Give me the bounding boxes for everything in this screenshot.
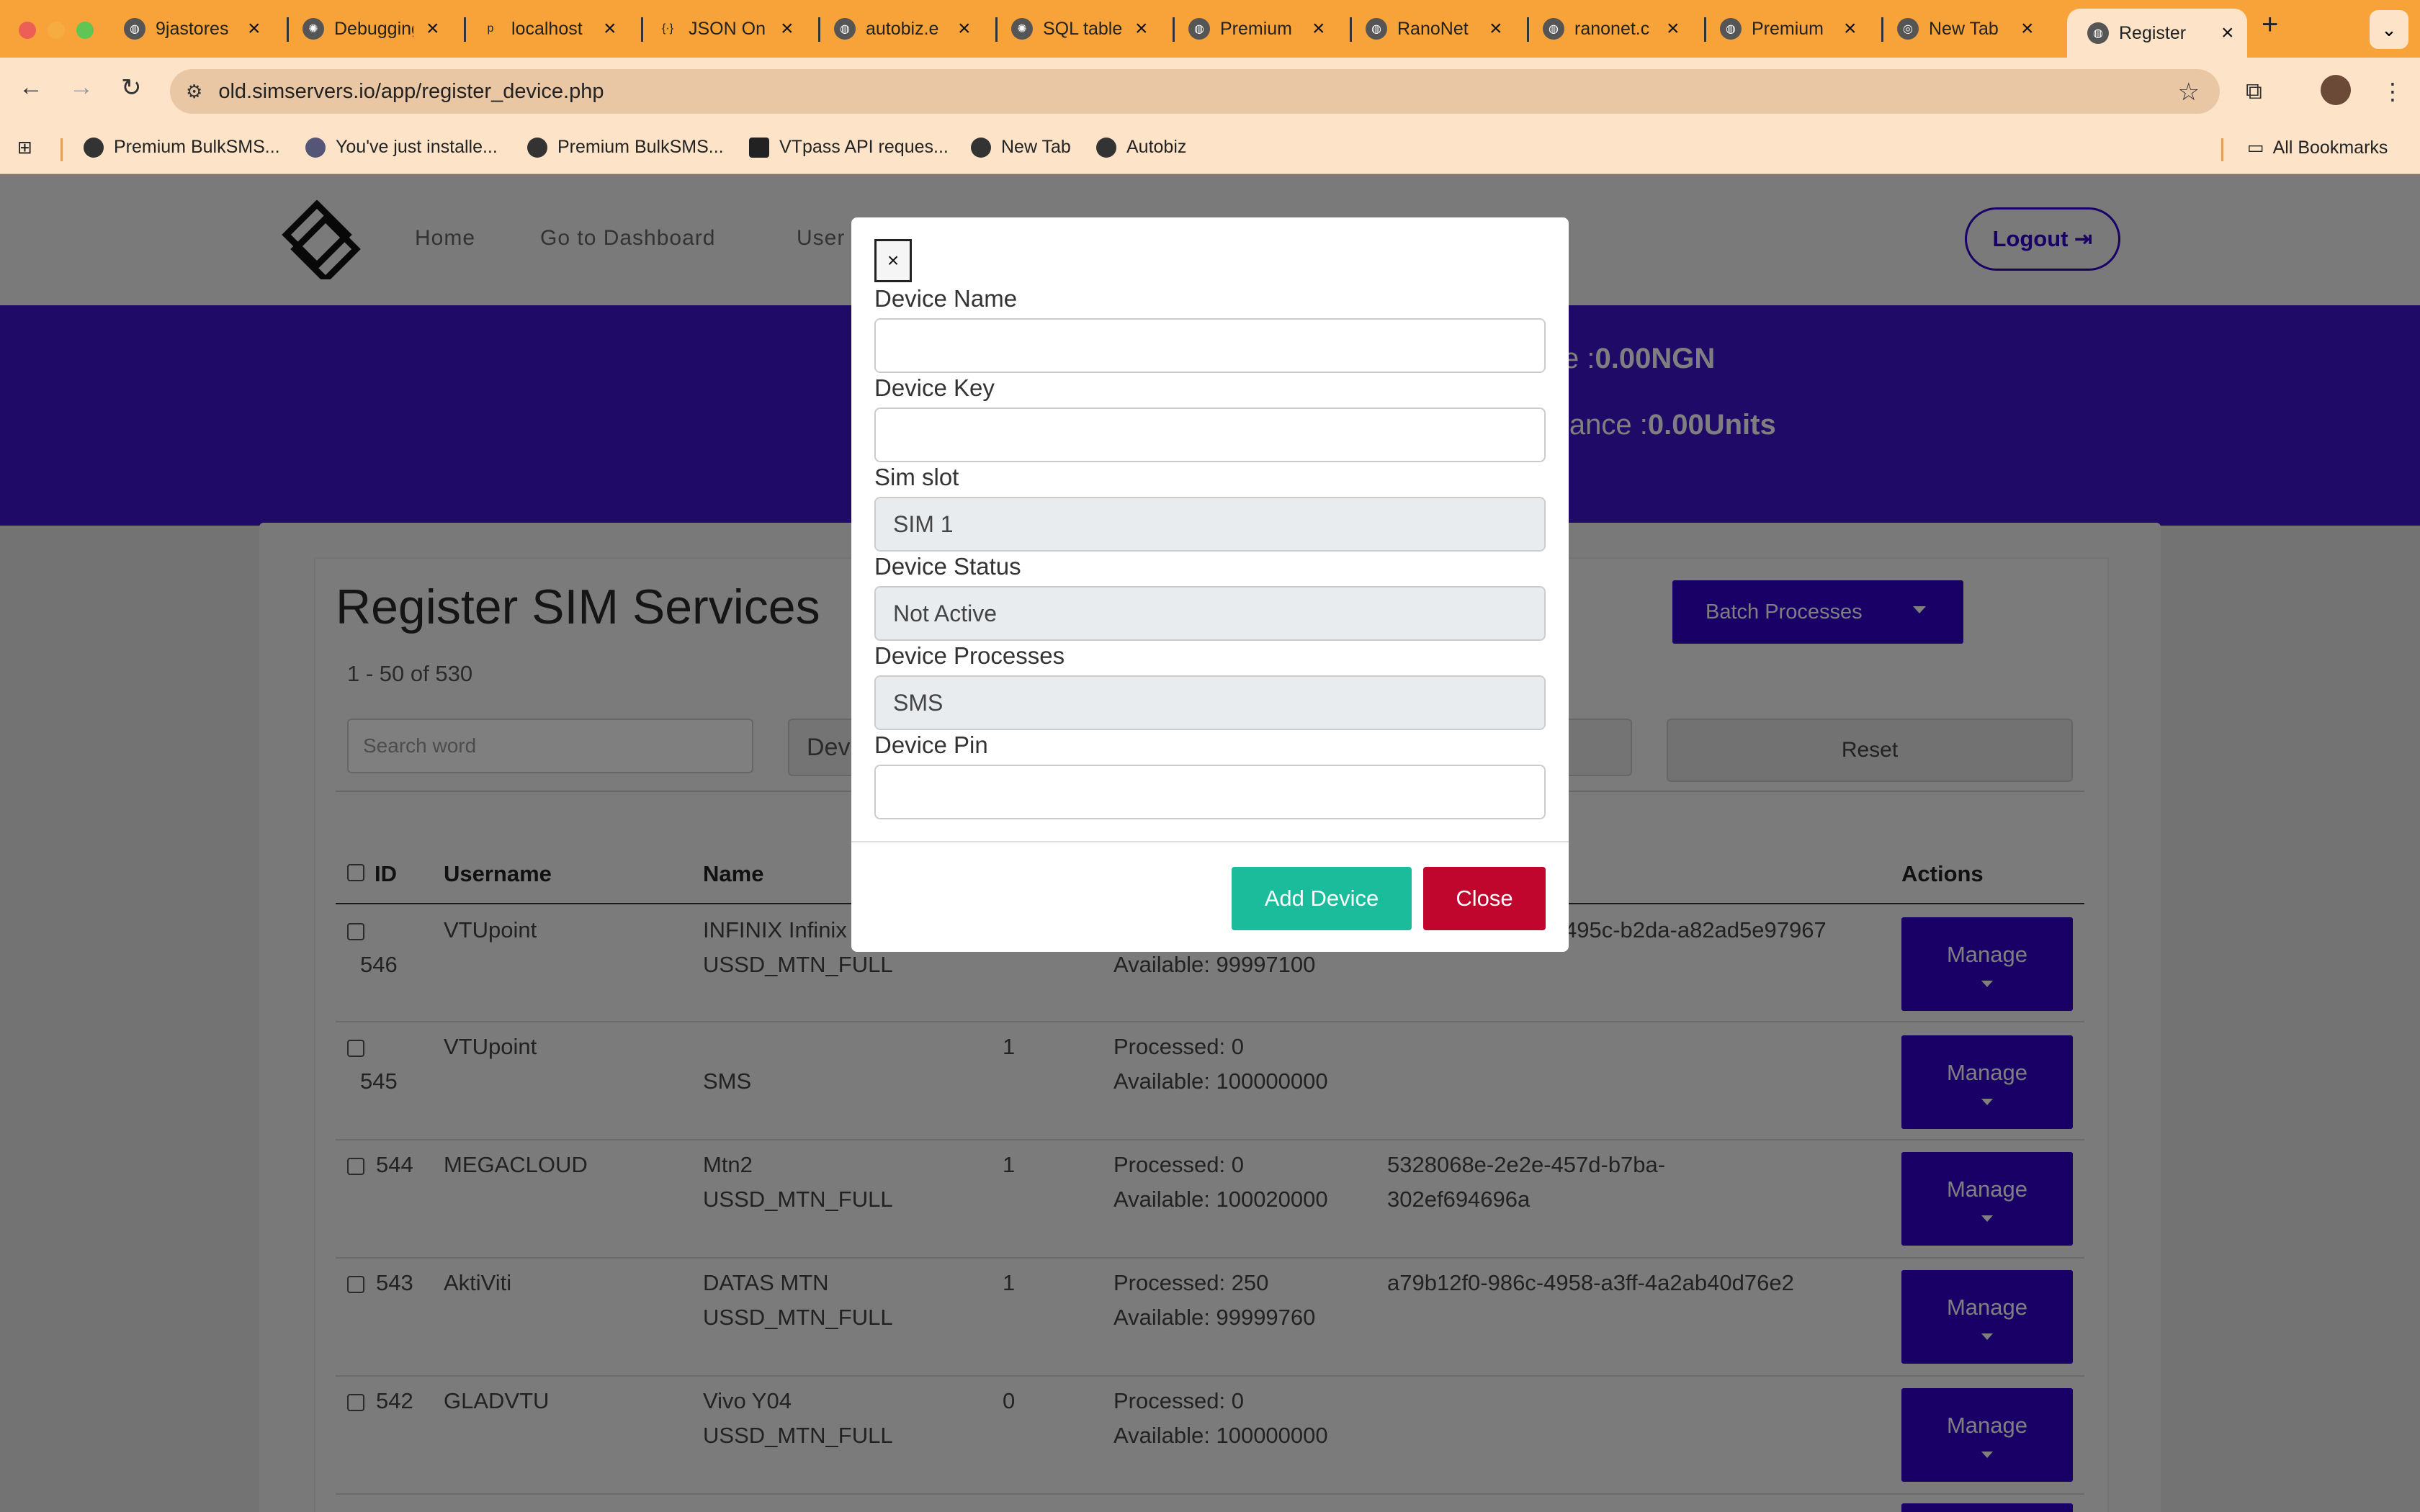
close-tab-icon[interactable]: × — [781, 17, 794, 41]
device-processes-select[interactable]: SMS — [874, 675, 1546, 730]
browser-tab[interactable]: ◍ ranonet.c × — [1543, 9, 1680, 49]
all-bookmarks-folder[interactable]: ▭ All Bookmarks — [2247, 137, 2388, 158]
window-close-button[interactable] — [19, 22, 36, 39]
profile-avatar[interactable] — [2321, 75, 2351, 105]
close-tab-icon[interactable]: × — [2221, 21, 2234, 45]
forward-arrow-icon[interactable]: → — [69, 73, 94, 102]
browser-tab[interactable]: ◍ 9jastores × — [124, 9, 261, 49]
bookmark-item[interactable]: New Tab — [971, 137, 1071, 158]
close-tab-icon[interactable]: × — [1667, 17, 1680, 41]
apps-grid-icon[interactable]: ⊞ — [17, 137, 32, 158]
globe-icon: ◍ — [2087, 22, 2109, 44]
globe-icon — [84, 137, 104, 158]
close-tab-icon[interactable]: × — [1844, 17, 1857, 41]
globe-icon: ◍ — [124, 18, 145, 40]
sim-slot-label: Sim slot — [874, 464, 959, 490]
address-bar[interactable]: ⚙ old.simservers.io/app/register_device.… — [170, 69, 2220, 114]
kebab-menu-icon[interactable]: ⋮ — [2381, 78, 2404, 105]
bookmark-item[interactable]: VTpass API reques... — [749, 137, 949, 158]
close-tab-icon[interactable]: × — [1135, 17, 1148, 41]
browser-tab[interactable]: ✺ Debugging × — [302, 9, 439, 49]
device-status-select[interactable]: Not Active — [874, 586, 1546, 641]
back-arrow-icon[interactable]: ← — [19, 73, 43, 102]
browser-tab-active[interactable]: ◍ Register × — [2067, 9, 2247, 58]
globe-icon: ◍ — [1720, 18, 1742, 40]
bookmark-item[interactable]: Premium BulkSMS... — [527, 137, 724, 158]
device-name-label: Device Name — [874, 285, 1018, 312]
globe-icon: ◍ — [1188, 18, 1210, 40]
globe-icon — [305, 137, 326, 158]
device-pin-input[interactable] — [874, 765, 1546, 819]
pma-icon: p — [480, 18, 501, 40]
folder-icon: ▭ — [2247, 138, 2264, 158]
globe-icon: ◍ — [1366, 18, 1387, 40]
close-tab-icon[interactable]: × — [958, 17, 971, 41]
window-zoom-button[interactable] — [76, 22, 94, 39]
globe-icon: ◍ — [834, 18, 856, 40]
chrome-icon: ◎ — [1897, 18, 1919, 40]
modal-footer-divider — [851, 841, 1569, 842]
bookmark-star-icon[interactable]: ☆ — [2178, 78, 2200, 107]
close-tab-icon[interactable]: × — [248, 17, 261, 41]
tab-strip: ◍ 9jastores × ✺ Debugging × p localhost × {·} J… — [0, 0, 2420, 58]
bookmark-item[interactable]: Premium BulkSMS... — [84, 137, 280, 158]
close-tab-icon[interactable]: × — [2021, 17, 2034, 41]
window-minimize-button[interactable] — [48, 22, 65, 39]
bookmark-item[interactable]: You've just installe... — [305, 137, 498, 158]
device-key-label: Device Key — [874, 374, 995, 401]
vtpass-icon — [749, 137, 769, 158]
close-modal-button[interactable]: Close — [1423, 867, 1546, 930]
site-settings-icon[interactable]: ⚙ — [186, 81, 202, 103]
url-text[interactable]: old.simservers.io/app/register_device.ph… — [218, 80, 604, 104]
openai-icon: ✺ — [302, 18, 324, 40]
browser-tab[interactable]: {·} JSON On × — [657, 9, 794, 49]
device-status-label: Device Status — [874, 553, 1021, 580]
sim-slot-select[interactable]: SIM 1 — [874, 497, 1546, 552]
browser-tab[interactable]: ◎ New Tab × — [1897, 9, 2034, 49]
device-key-input[interactable] — [874, 408, 1546, 462]
browser-chrome: ◍ 9jastores × ✺ Debugging × p localhost × {·} J… — [0, 0, 2420, 174]
add-device-modal: × Device Name Device Key Sim slot SIM 1 … — [851, 217, 1569, 952]
add-device-button[interactable]: Add Device — [1232, 867, 1412, 930]
new-tab-button[interactable]: + — [2262, 9, 2278, 41]
globe-icon: ◍ — [1543, 18, 1564, 40]
bookmark-item[interactable]: Autobiz — [1096, 137, 1186, 158]
browser-tab[interactable]: ◍ autobiz.e × — [834, 9, 971, 49]
device-name-input[interactable] — [874, 318, 1546, 373]
reload-icon[interactable]: ↻ — [121, 73, 142, 102]
device-pin-label: Device Pin — [874, 732, 988, 758]
bookmarks-bar: ⊞ Premium BulkSMS... You've just install… — [0, 125, 2420, 174]
globe-icon — [527, 137, 547, 158]
close-tab-icon[interactable]: × — [604, 17, 617, 41]
browser-tab[interactable]: ◍ Premium × — [1188, 9, 1325, 49]
close-tab-icon[interactable]: × — [1489, 17, 1502, 41]
browser-toolbar: ← → ↻ ⚙ old.simservers.io/app/register_d… — [0, 58, 2420, 125]
close-tab-icon[interactable]: × — [1312, 17, 1325, 41]
browser-tab[interactable]: ◍ RanoNet × — [1366, 9, 1502, 49]
browser-tab[interactable]: ◍ Premium × — [1720, 9, 1857, 49]
device-processes-label: Device Processes — [874, 642, 1065, 669]
braces-icon: {·} — [661, 22, 673, 35]
globe-icon — [971, 137, 991, 158]
browser-tab[interactable]: p localhost × — [480, 9, 617, 49]
browser-tab[interactable]: ✺ SQL table × — [1011, 9, 1148, 49]
close-tab-icon[interactable]: × — [426, 17, 439, 41]
openai-icon: ✺ — [1011, 18, 1033, 40]
modal-close-x-button[interactable]: × — [874, 239, 912, 282]
globe-icon — [1096, 137, 1116, 158]
tab-search-chevron-icon[interactable]: ⌄ — [2370, 10, 2408, 49]
extensions-puzzle-icon[interactable]: ⧉ — [2246, 78, 2262, 105]
